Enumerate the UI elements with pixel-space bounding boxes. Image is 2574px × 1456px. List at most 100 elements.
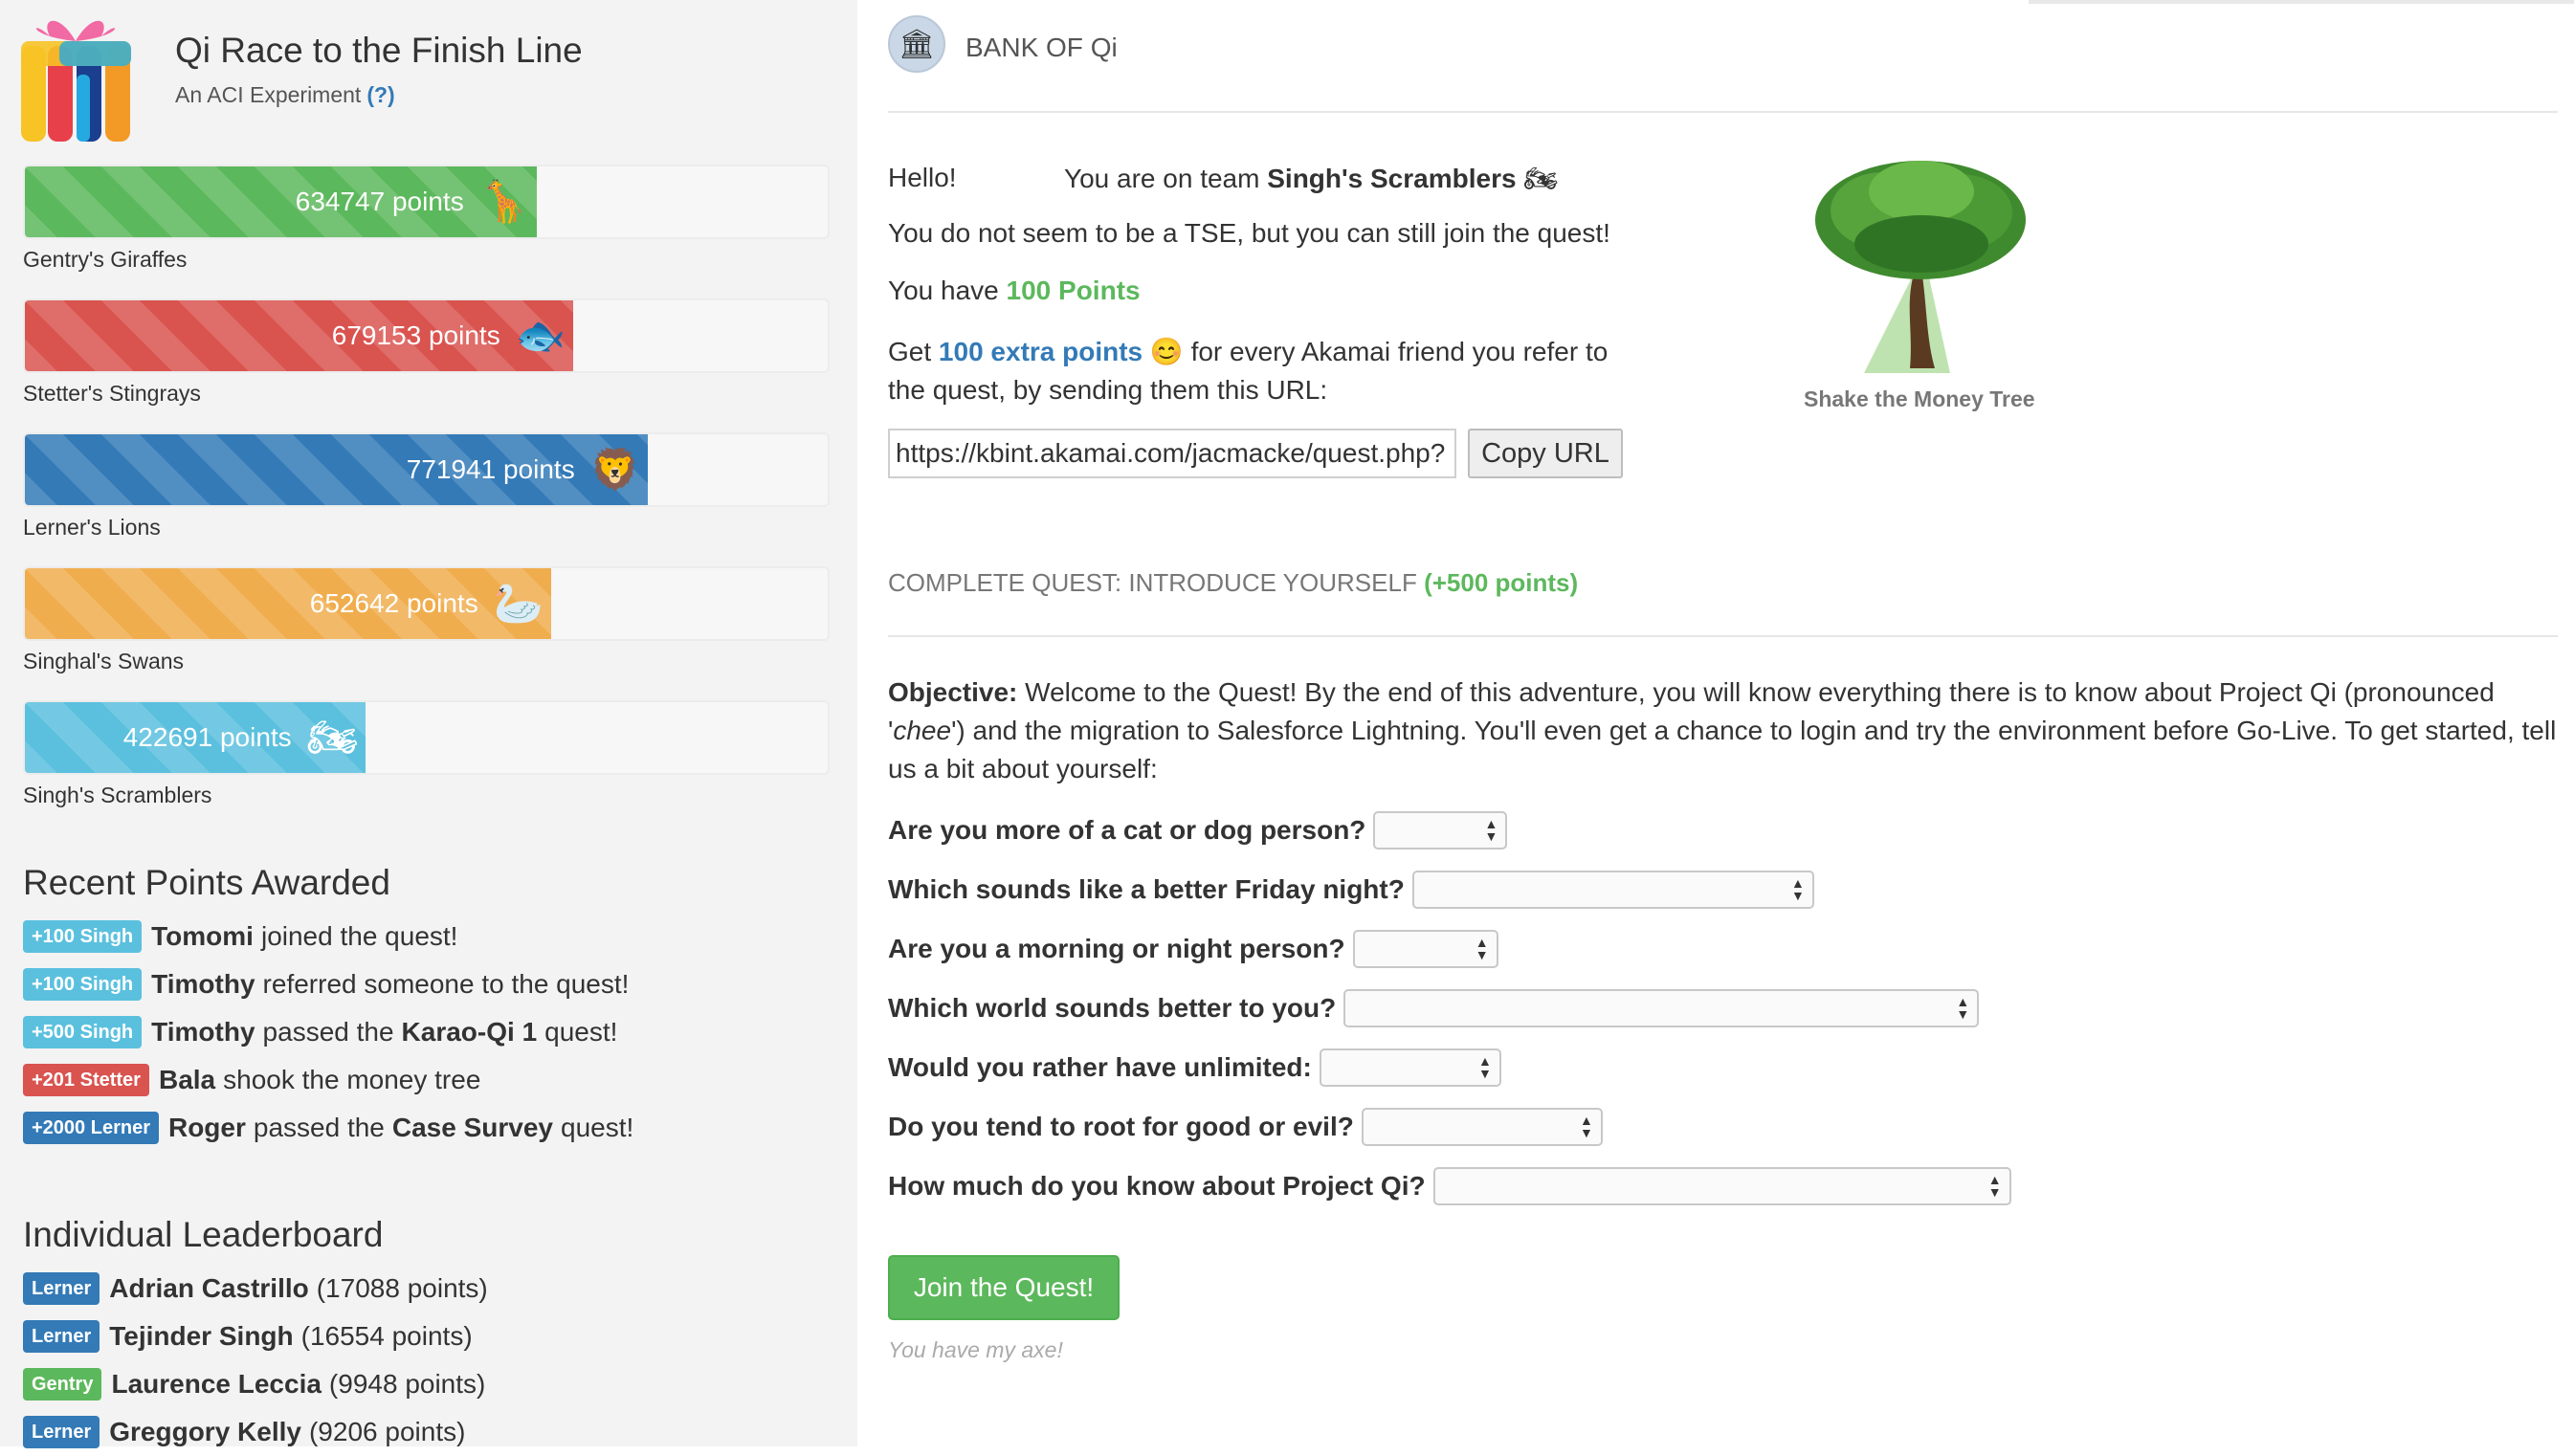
team-badge: Lerner	[23, 1320, 100, 1353]
referral-extra: 100 extra points	[938, 337, 1143, 366]
list-item: +2000 Lerner Roger passed the Case Surve…	[23, 1104, 836, 1152]
tse-notice: You do not seem to be a TSE, but you can…	[888, 218, 1610, 248]
logo-icon	[21, 20, 131, 142]
progress-track: 634747 points 🦒	[23, 165, 830, 239]
objective-label: Objective:	[888, 677, 1018, 707]
person-points: (17088 points)	[316, 1273, 488, 1303]
team-name: Singh's Scramblers	[23, 783, 212, 807]
progress-label: 771941 points 🦁	[407, 434, 640, 505]
join-quest-button[interactable]: Join the Quest!	[888, 1255, 1120, 1320]
select-arrows-icon: ▲ ▼	[1956, 994, 1970, 1022]
question-row: How much do you know about Project Qi? ▲…	[888, 1167, 2011, 1205]
list-item: +100 Singh Timothy referred someone to t…	[23, 960, 836, 1008]
help-link[interactable]: (?)	[366, 82, 394, 107]
unlimited-select[interactable]: ▲ ▼	[1319, 1048, 1501, 1087]
money-tree-caption: Shake the Money Tree	[1804, 386, 2035, 411]
team-line: You are on team Singh's Scramblers 🏍	[1064, 163, 1558, 194]
progress-label: 652642 points 🦢	[310, 568, 544, 639]
leaderboard-list: Lerner Adrian Castrillo (17088 points) L…	[23, 1265, 836, 1456]
points-line: You have 100 Points	[888, 276, 1141, 306]
activity-text: referred someone to the quest!	[262, 969, 630, 999]
question-row: Which sounds like a better Friday night?…	[888, 871, 1814, 909]
select-arrows-icon: ▲ ▼	[1790, 875, 1805, 903]
progress-fill: 771941 points 🦁	[25, 434, 648, 505]
referral-text: Get 100 extra points 😊 for every Akamai …	[888, 333, 1644, 409]
progress-fill: 634747 points 🦒	[25, 166, 537, 237]
motorcycle-icon: 🏍	[306, 715, 358, 760]
progress-track: 422691 points 🏍	[23, 700, 830, 775]
team-progress: 634747 points 🦒 Gentry's Giraffes	[23, 165, 830, 273]
cat-dog-select[interactable]: ▲ ▼	[1373, 811, 1508, 849]
activity-text: joined the quest!	[260, 921, 458, 951]
question-row: Do you tend to root for good or evil? ▲ ▼	[888, 1108, 1603, 1146]
select-arrows-icon: ▲ ▼	[1579, 1113, 1593, 1140]
project-qi-knowledge-select[interactable]: ▲ ▼	[1432, 1167, 2011, 1205]
main-panel: 🏛 BANK OF Qi Hello! You are on team Sing…	[888, 0, 2563, 1446]
activity-text-end: quest!	[561, 1113, 634, 1142]
question-label: Which world sounds better to you?	[888, 993, 1337, 1023]
team-badge: +201 Stetter	[23, 1064, 149, 1096]
team-name: Gentry's Giraffes	[23, 247, 188, 272]
select-arrows-icon: ▲ ▼	[1484, 816, 1498, 844]
team-progress: 679153 points 🐟 Stetter's Stingrays	[23, 298, 830, 407]
leaderboard-row: Lerner Adrian Castrillo (17088 points)	[23, 1265, 836, 1313]
team-badge: Lerner	[23, 1272, 100, 1305]
team-points: 771941 points	[406, 454, 575, 484]
question-label: Are you more of a cat or dog person?	[888, 815, 1366, 845]
stingray-icon: 🐟	[515, 313, 566, 358]
hello-text: Hello!	[888, 163, 957, 192]
quest-title: COMPLETE QUEST: INTRODUCE YOURSELF (+500…	[888, 568, 1578, 598]
team-badge: Lerner	[23, 1416, 100, 1448]
question-label: Which sounds like a better Friday night?	[888, 874, 1405, 904]
person-points: (9206 points)	[308, 1417, 466, 1446]
team-points: 422691 points	[122, 722, 292, 752]
person-name: Laurence Leccia	[111, 1369, 322, 1399]
copy-url-button[interactable]: Copy URL	[1468, 429, 1623, 478]
referral-url-input[interactable]	[888, 429, 1456, 478]
morning-night-select[interactable]: ▲ ▼	[1352, 930, 1498, 968]
question-row: Are you more of a cat or dog person? ▲ ▼	[888, 811, 1508, 849]
footer-quote: You have my axe!	[888, 1337, 1063, 1362]
recent-points-list: +100 Singh Tomomi joined the quest! +100…	[23, 913, 836, 1152]
team-name: Lerner's Lions	[23, 515, 161, 540]
team-name: Singh's Scramblers	[1267, 164, 1517, 193]
question-row: Which world sounds better to you? ▲ ▼	[888, 989, 1980, 1027]
team-points: 634747 points	[295, 187, 464, 216]
progress-fill: 679153 points 🐟	[25, 300, 573, 371]
team-badge: +100 Singh	[23, 920, 143, 953]
team-points: 652642 points	[309, 588, 478, 618]
team-badge: +100 Singh	[23, 968, 143, 1001]
money-tree-icon[interactable]	[1807, 153, 2034, 379]
activity-text-end: quest!	[544, 1017, 618, 1047]
world-select[interactable]: ▲ ▼	[1343, 989, 1980, 1027]
smile-icon: 😊	[1149, 337, 1184, 366]
team-points: 679153 points	[331, 320, 500, 350]
leaderboard-title: Individual Leaderboard	[23, 1215, 384, 1254]
sidebar: Qi Race to the Finish Line An ACI Experi…	[0, 0, 857, 1448]
leaderboard-row: Lerner Tejinder Singh (16554 points)	[23, 1313, 836, 1360]
referral-get: Get	[888, 337, 932, 366]
points-value: 100 Points	[1006, 276, 1141, 305]
team-prefix: You are on team	[1064, 164, 1260, 193]
activity-text: passed the	[253, 1113, 385, 1142]
team-name: Stetter's Stingrays	[23, 381, 201, 406]
quest-name: Case Survey	[391, 1113, 553, 1142]
team-name: Singhal's Swans	[23, 649, 185, 673]
bank-name: BANK OF Qi	[965, 33, 1118, 62]
friday-night-select[interactable]: ▲ ▼	[1411, 871, 1814, 909]
quest-title-text: COMPLETE QUEST: INTRODUCE YOURSELF	[888, 568, 1417, 597]
activity-text: shook the money tree	[223, 1065, 481, 1094]
progress-track: 679153 points 🐟	[23, 298, 830, 373]
select-arrows-icon: ▲ ▼	[1987, 1172, 2002, 1200]
bank-avatar-icon: 🏛	[888, 15, 945, 73]
progress-track: 771941 points 🦁	[23, 432, 830, 507]
objective-chee: chee	[893, 716, 952, 745]
lion-icon: 🦁	[589, 447, 640, 492]
person-points: (16554 points)	[300, 1321, 473, 1351]
person-name: Tejinder Singh	[109, 1321, 294, 1351]
app-title: Qi Race to the Finish Line	[175, 31, 583, 70]
person-name: Timothy	[151, 969, 255, 999]
progress-label: 634747 points 🦒	[296, 166, 529, 237]
good-evil-select[interactable]: ▲ ▼	[1361, 1108, 1603, 1146]
person-name: Adrian Castrillo	[109, 1273, 309, 1303]
